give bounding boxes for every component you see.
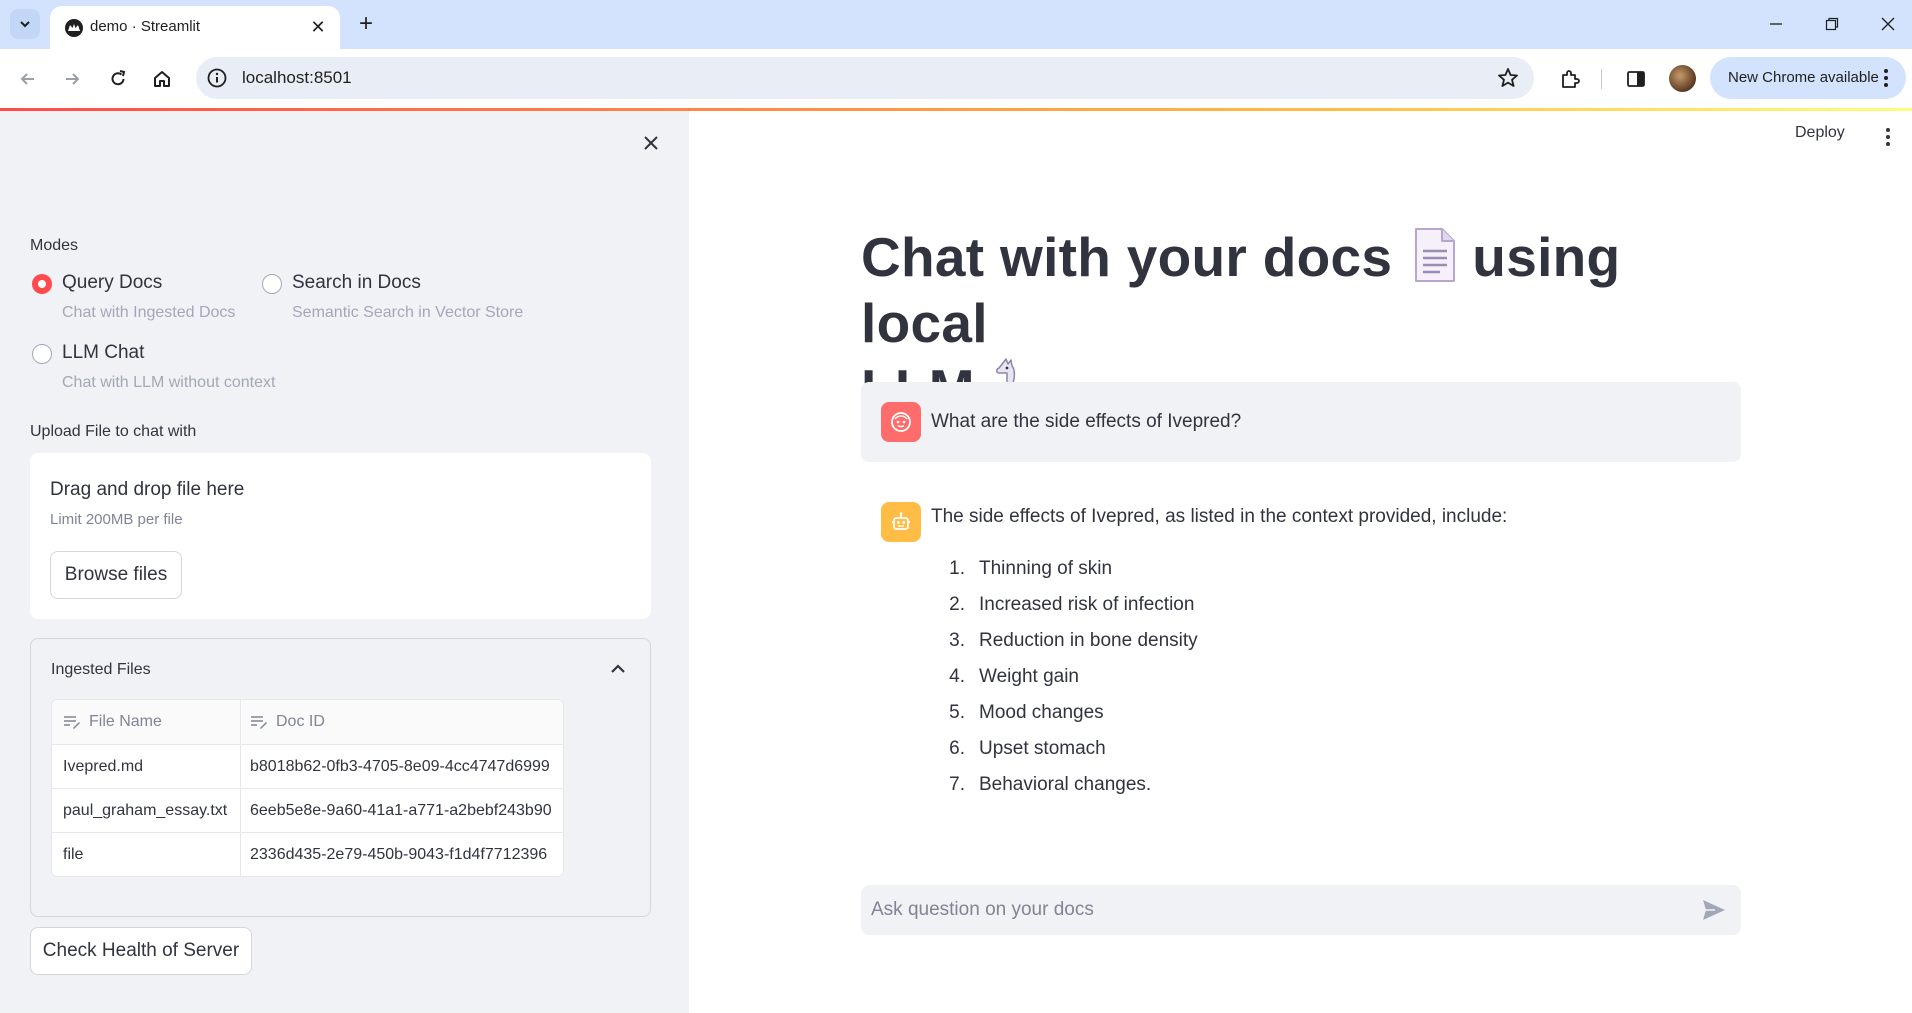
radio-llm-chat[interactable] [32,344,52,364]
radio-label-llm-chat[interactable]: LLM Chat [62,342,144,364]
robot-icon [892,512,910,530]
bookmark-star-icon[interactable] [1496,66,1520,90]
browser-tab-active[interactable]: demo · Streamlit ✕ [50,6,340,49]
list-item: 5. Mood changes [937,702,1198,738]
chat-input-container [861,885,1741,935]
list-item: 6. Upset stomach [937,738,1198,774]
tab-close-icon[interactable]: ✕ [306,15,330,39]
tab-title: demo · Streamlit [90,18,201,35]
chat-input[interactable] [861,885,1681,935]
cell-doc-id[interactable]: 2336d435-2e79-450b-9043-f1d4f7712396 [241,833,563,876]
chrome-update-button[interactable]: New Chrome available [1710,57,1906,99]
radio-caption-search-in-docs: Semantic Search in Vector Store [292,304,524,321]
side-panel-icon[interactable] [1622,65,1650,93]
streamlit-favicon-icon [65,19,83,37]
table-header-row: File Name Doc ID [52,700,563,744]
list-item-text: Upset stomach [979,738,1106,759]
minimize-icon[interactable] [1758,10,1794,38]
table-row[interactable]: Ivepred.md b8018b62-0fb3-4705-8e09-4cc47… [52,744,563,788]
radio-label-search-in-docs[interactable]: Search in Docs [292,272,421,294]
list-item: 2. Increased risk of infection [937,594,1198,630]
column-header-label: Doc ID [276,713,325,730]
user-face-icon [891,412,911,432]
list-item: 3. Reduction in bone density [937,630,1198,666]
chevron-up-icon[interactable] [606,657,630,681]
assistant-intro-text: The side effects of Ivepred, as listed i… [931,506,1508,527]
home-icon[interactable] [147,64,177,94]
reload-icon[interactable] [103,64,133,94]
column-header-label: File Name [89,713,162,730]
text-column-icon [251,716,267,729]
file-uploader-dropzone[interactable]: Drag and drop file here Limit 200MB per … [30,453,651,619]
assistant-avatar [881,502,921,542]
radio-caption-llm-chat: Chat with LLM without context [62,374,276,391]
cell-doc-id[interactable]: b8018b62-0fb3-4705-8e09-4cc4747d6999 [241,745,563,788]
restore-icon[interactable] [1814,10,1850,38]
extensions-icon[interactable] [1556,65,1584,93]
chat-message-assistant: The side effects of Ivepred, as listed i… [861,482,1741,812]
radio-label-query-docs[interactable]: Query Docs [62,272,162,294]
address-bar[interactable]: localhost:8501 [196,57,1534,99]
modes-label: Modes [30,237,79,254]
deploy-button[interactable]: Deploy [1795,124,1845,142]
ingested-files-table: File Name Doc ID Ivepred.md b8018b62-0fb… [51,699,564,877]
chrome-menu-icon[interactable] [1876,65,1896,91]
user-avatar [881,402,921,442]
cell-file-name[interactable]: paul_graham_essay.txt [52,789,241,832]
text-column-icon [64,716,80,729]
close-icon [644,136,658,150]
upload-limit-text: Limit 200MB per file [50,511,183,528]
table-row[interactable]: file 2336d435-2e79-450b-9043-f1d4f771239… [52,832,563,876]
list-item-text: Thinning of skin [979,558,1113,579]
cell-file-name[interactable]: file [52,833,241,876]
radio-search-in-docs[interactable] [262,274,282,294]
list-item-text: Increased risk of infection [979,594,1195,615]
browse-files-button[interactable]: Browse files [50,551,182,599]
title-part: Chat with your docs [861,226,1393,288]
cell-doc-id[interactable]: 6eeb5e8e-9a60-41a1-a771-a2bebf243b90 [241,789,563,832]
list-item: 1. Thinning of skin [937,558,1198,594]
cell-file-name[interactable]: Ivepred.md [52,745,241,788]
back-icon[interactable] [13,64,43,94]
toolbar-divider [1601,69,1602,89]
upload-label: Upload File to chat with [30,423,197,440]
user-message-text: What are the side effects of Ivepred? [931,411,1242,432]
browser-toolbar: localhost:8501 New Chrome available [0,49,1912,108]
sidebar-close-button[interactable] [636,128,666,158]
expander-title[interactable]: Ingested Files [51,661,151,679]
drag-drop-text: Drag and drop file here [50,479,245,500]
browser-tab-strip: demo · Streamlit ✕ + [0,0,1912,49]
check-health-button[interactable]: Check Health of Server [30,927,252,975]
radio-caption-query-docs: Chat with Ingested Docs [62,304,236,321]
chrome-update-label: New Chrome available [1728,69,1879,86]
list-item-text: Reduction in bone density [979,630,1198,651]
side-effects-list: 1. Thinning of skin 2. Increased risk of i… [937,558,1198,810]
page-facing-up-icon [1415,228,1456,283]
column-header-file-name[interactable]: File Name [52,700,241,744]
column-header-doc-id[interactable]: Doc ID [241,700,563,744]
send-icon[interactable] [1701,898,1727,922]
url-text: localhost:8501 [242,68,352,87]
radio-query-docs[interactable] [32,274,52,294]
list-item: 7. Behavioral changes. [937,774,1198,810]
new-tab-button[interactable]: + [352,10,380,38]
tab-search-button[interactable] [10,9,40,39]
table-row[interactable]: paul_graham_essay.txt 6eeb5e8e-9a60-41a1… [52,788,563,832]
list-item-text: Weight gain [979,666,1079,687]
ingested-files-expander: Ingested Files File Name Doc ID Ivepred.… [30,638,651,917]
list-item-text: Behavioral changes. [979,774,1152,795]
list-item-text: Mood changes [979,702,1104,723]
chat-message-user: What are the side effects of Ivepred? [861,382,1741,462]
main-menu-icon[interactable] [1878,124,1898,150]
sidebar: Modes Query Docs Chat with Ingested Docs… [0,111,689,1013]
window-close-icon[interactable] [1870,10,1906,38]
forward-icon[interactable] [57,64,87,94]
profile-avatar[interactable] [1669,65,1696,92]
list-item: 4. Weight gain [937,666,1198,702]
site-info-icon[interactable] [206,67,228,89]
chevron-down-icon [20,21,30,28]
